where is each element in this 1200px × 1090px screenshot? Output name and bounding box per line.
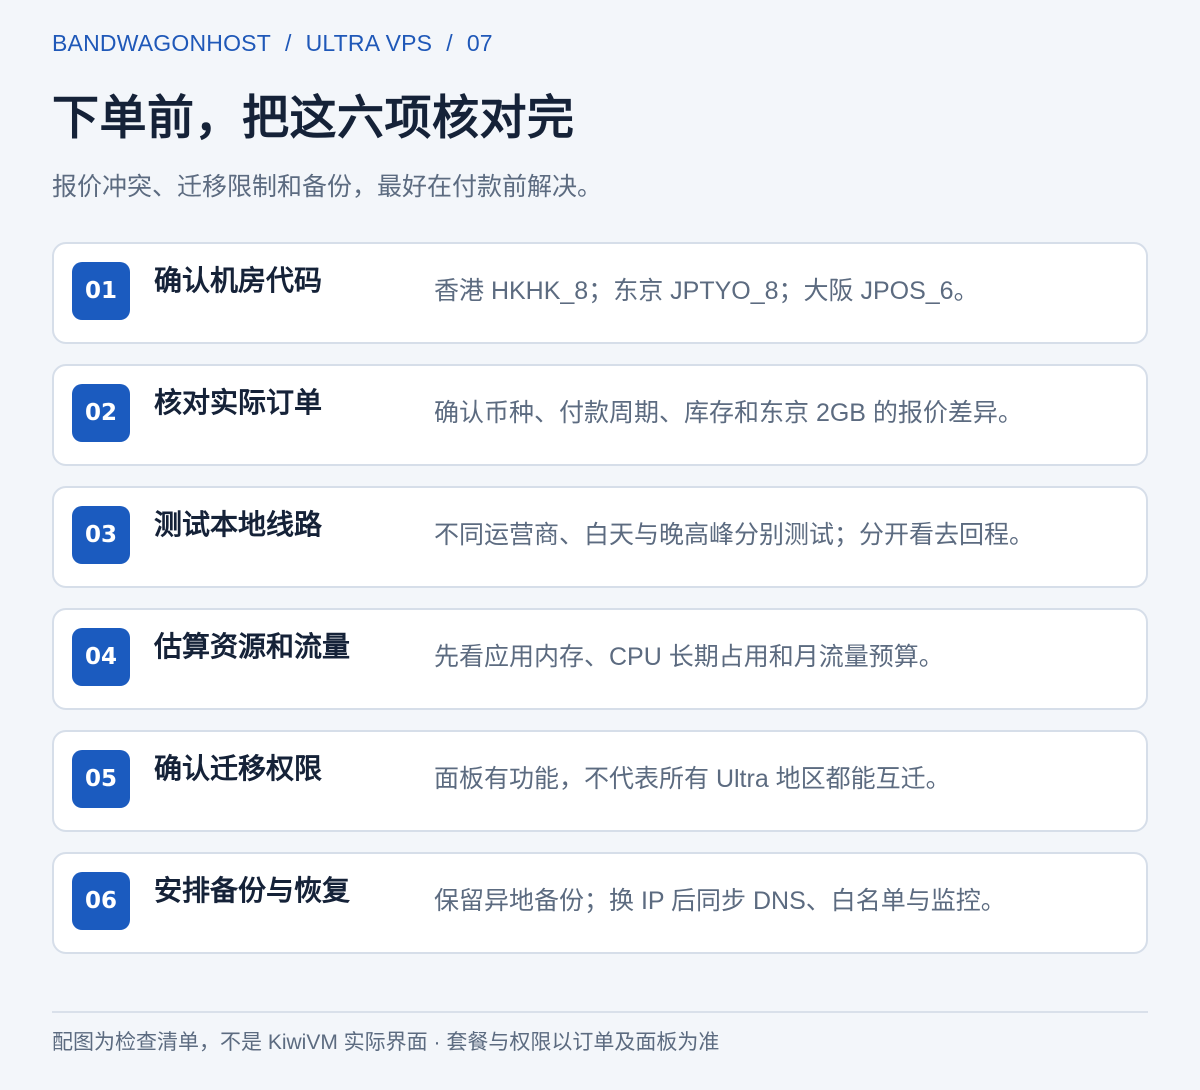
checklist-item-description: 保留异地备份；换 IP 后同步 DNS、白名单与监控。 xyxy=(434,887,1006,915)
step-number-badge: 03 xyxy=(72,506,130,564)
breadcrumb-separator: / xyxy=(446,29,453,56)
checklist-item-title: 测试本地线路 xyxy=(154,509,323,540)
checklist-item-title: 估算资源和流量 xyxy=(154,631,351,662)
checklist-item-description: 先看应用内存、CPU 长期占用和月流量预算。 xyxy=(434,643,944,671)
checklist: 01 确认机房代码 香港 HKHK_8；东京 JPTYO_8；大阪 JPOS_6… xyxy=(52,242,1148,974)
breadcrumb-item-page: 07 xyxy=(466,29,493,56)
breadcrumb-item-brand[interactable]: BANDWAGONHOST xyxy=(52,30,271,57)
checklist-item-title: 确认机房代码 xyxy=(154,265,323,296)
checklist-item-description: 确认币种、付款周期、库存和东京 2GB 的报价差异。 xyxy=(434,399,1023,427)
checklist-item: 03 测试本地线路 不同运营商、白天与晚高峰分别测试；分开看去回程。 xyxy=(52,486,1148,588)
breadcrumb-separator: / xyxy=(284,29,292,56)
page-title: 下单前，把这六项核对完 xyxy=(52,91,575,144)
breadcrumb-item-product[interactable]: ULTRA VPS xyxy=(306,30,433,57)
page-subtitle: 报价冲突、迁移限制和备份，最好在付款前解决。 xyxy=(52,173,603,201)
step-number-badge: 02 xyxy=(72,384,130,442)
step-number-badge: 04 xyxy=(72,628,130,686)
checklist-item-description: 香港 HKHK_8；东京 JPTYO_8；大阪 JPOS_6。 xyxy=(434,277,979,305)
checklist-item: 02 核对实际订单 确认币种、付款周期、库存和东京 2GB 的报价差异。 xyxy=(52,364,1148,466)
step-number-badge: 01 xyxy=(72,262,130,320)
checklist-item-description: 面板有功能，不代表所有 Ultra 地区都能互迁。 xyxy=(434,765,951,793)
checklist-item: 01 确认机房代码 香港 HKHK_8；东京 JPTYO_8；大阪 JPOS_6… xyxy=(52,242,1148,344)
footer-divider xyxy=(52,1011,1148,1013)
checklist-item-title: 安排备份与恢复 xyxy=(154,875,351,906)
checklist-item-title: 核对实际订单 xyxy=(154,387,323,418)
breadcrumb: BANDWAGONHOST / ULTRA VPS / 07 xyxy=(52,28,493,58)
footer-note: 配图为检查清单，不是 KiwiVM 实际界面 · 套餐与权限以订单及面板为准 xyxy=(52,1031,720,1054)
step-number-badge: 05 xyxy=(72,750,130,808)
checklist-item-description: 不同运营商、白天与晚高峰分别测试；分开看去回程。 xyxy=(434,521,1035,549)
step-number-badge: 06 xyxy=(72,872,130,930)
checklist-item-title: 确认迁移权限 xyxy=(154,753,323,784)
checklist-item: 04 估算资源和流量 先看应用内存、CPU 长期占用和月流量预算。 xyxy=(52,608,1148,710)
page: BANDWAGONHOST / ULTRA VPS / 07 下单前，把这六项核… xyxy=(52,0,1148,1090)
checklist-item: 05 确认迁移权限 面板有功能，不代表所有 Ultra 地区都能互迁。 xyxy=(52,730,1148,832)
checklist-item: 06 安排备份与恢复 保留异地备份；换 IP 后同步 DNS、白名单与监控。 xyxy=(52,852,1148,954)
